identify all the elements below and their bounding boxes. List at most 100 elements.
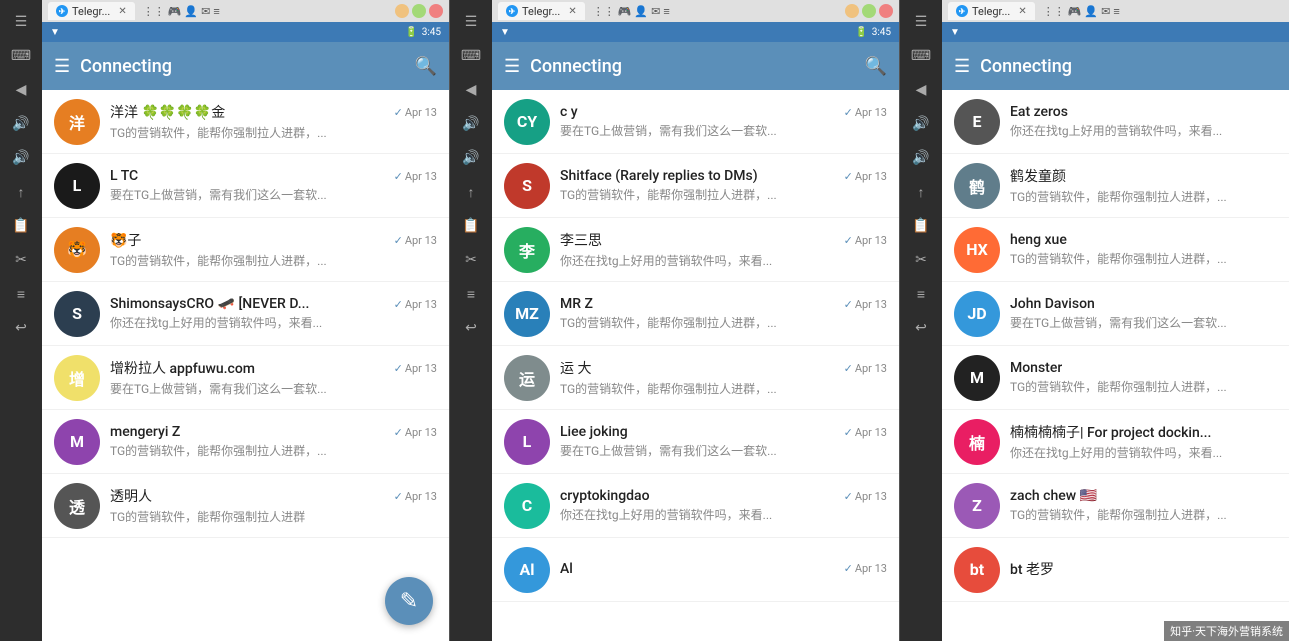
- chat-item[interactable]: 增增粉拉人 appfuwu.com✓ Apr 13要在TG上做营销，需有我们这么…: [42, 346, 449, 410]
- compose-fab[interactable]: ✎: [385, 577, 433, 625]
- chat-item[interactable]: Ccryptokingdao✓ Apr 13你还在找tg上好用的营销软件吗，来看…: [492, 474, 899, 538]
- chat-item[interactable]: EEat zeros✓ Apr 13你还在找tg上好用的营销软件吗，来看...: [942, 90, 1289, 154]
- chat-item[interactable]: HXheng xue✓ Apr 13TG的营销软件，能帮你强制拉人进群，...: [942, 218, 1289, 282]
- chat-item[interactable]: SShitface (Rarely replies to DMs)✓ Apr 1…: [492, 154, 899, 218]
- sidebar-icon-0[interactable]: ☰: [907, 8, 935, 36]
- chat-item[interactable]: JDJohn Davison✓ Apr 13要在TG上做营销，需有我们这么一套软…: [942, 282, 1289, 346]
- chat-preview: 你还在找tg上好用的营销软件吗，来看...: [110, 314, 437, 331]
- chat-item[interactable]: Mmengeryi Z✓ Apr 13TG的营销软件，能帮你强制拉人进群，...: [42, 410, 449, 474]
- sidebar-icon-7[interactable]: ✂: [7, 246, 35, 274]
- close-btn[interactable]: ✕: [429, 4, 443, 18]
- chat-name-row: heng xue✓ Apr 13: [1010, 232, 1289, 248]
- sidebar-icon-5[interactable]: ↑: [907, 178, 935, 206]
- tab-close[interactable]: ✕: [118, 6, 126, 17]
- sidebar-icon-3[interactable]: 🔊: [907, 110, 935, 138]
- chat-item[interactable]: btbt 老罗✓ Apr 13: [942, 538, 1289, 602]
- sidebar-icon-9[interactable]: ↩: [907, 314, 935, 342]
- chat-item[interactable]: AlAl✓ Apr 13: [492, 538, 899, 602]
- sidebar-icon-8[interactable]: ≡: [457, 280, 485, 308]
- minimize-btn[interactable]: ─: [395, 4, 409, 18]
- chat-preview: TG的营销软件，能帮你强制拉人进群，...: [1010, 250, 1289, 267]
- chat-preview: TG的营销软件，能帮你强制拉人进群，...: [560, 186, 887, 203]
- search-icon[interactable]: 🔍: [415, 56, 437, 77]
- chat-item[interactable]: 运运 大✓ Apr 13TG的营销软件，能帮你强制拉人进群，...: [492, 346, 899, 410]
- tb-icon[interactable]: ≡: [1113, 5, 1119, 18]
- tb-icon[interactable]: 🎮: [618, 5, 632, 18]
- chat-preview: TG的营销软件，能帮你强制拉人进群: [110, 508, 437, 525]
- sidebar-icon-4[interactable]: 🔊: [7, 144, 35, 172]
- sidebar-icon-2[interactable]: ◀: [457, 76, 485, 104]
- menu-icon[interactable]: ☰︎: [504, 56, 520, 77]
- tab-close[interactable]: ✕: [568, 6, 576, 17]
- search-icon[interactable]: 🔍: [865, 56, 887, 77]
- tb-icon[interactable]: ⋮⋮: [593, 5, 615, 18]
- tb-icon[interactable]: ⋮⋮: [1043, 5, 1065, 18]
- main-content: ☰⌨◀🔊🔊↑📋✂≡↩ ✈ Telegr... ✕ ⋮⋮ 🎮 👤 ✉ ≡ ─ □ …: [0, 0, 1289, 641]
- sidebar-icon-8[interactable]: ≡: [7, 280, 35, 308]
- tb-icon[interactable]: ✉: [651, 5, 660, 18]
- sidebar-icon-8[interactable]: ≡: [907, 280, 935, 308]
- chat-item[interactable]: 透透明人✓ Apr 13TG的营销软件，能帮你强制拉人进群: [42, 474, 449, 538]
- tb-icon[interactable]: 🎮: [1068, 5, 1082, 18]
- sidebar-icon-1[interactable]: ⌨: [7, 42, 35, 70]
- maximize-btn[interactable]: □: [862, 4, 876, 18]
- browser-tab[interactable]: ✈ Telegr... ✕: [498, 2, 585, 20]
- tb-icon[interactable]: ≡: [663, 5, 669, 18]
- chat-info: MR Z✓ Apr 13TG的营销软件，能帮你强制拉人进群，...: [560, 296, 887, 331]
- sidebar-icon-0[interactable]: ☰: [457, 8, 485, 36]
- tab-close[interactable]: ✕: [1018, 6, 1026, 17]
- chat-item[interactable]: 李李三思✓ Apr 13你还在找tg上好用的营销软件吗，来看...: [492, 218, 899, 282]
- tb-icon[interactable]: ⋮⋮: [143, 5, 165, 18]
- menu-icon[interactable]: ☰︎: [54, 56, 70, 77]
- chat-item[interactable]: 鹤鹤发童颜✓ Apr 13TG的营销软件，能帮你强制拉人进群，...: [942, 154, 1289, 218]
- sidebar-icon-6[interactable]: 📋: [457, 212, 485, 240]
- sidebar-icon-0[interactable]: ☰: [7, 8, 35, 36]
- maximize-btn[interactable]: □: [412, 4, 426, 18]
- tb-icon[interactable]: 👤: [634, 5, 648, 18]
- chat-item[interactable]: LLiee joking✓ Apr 13要在TG上做营销，需有我们这么一套软..…: [492, 410, 899, 474]
- chat-preview: 你还在找tg上好用的营销软件吗，来看...: [1010, 122, 1289, 139]
- sidebar-icon-6[interactable]: 📋: [907, 212, 935, 240]
- sidebar-icon-4[interactable]: 🔊: [907, 144, 935, 172]
- sidebar-icon-7[interactable]: ✂: [907, 246, 935, 274]
- chat-item[interactable]: 洋洋洋 🍀🍀🍀🍀金✓ Apr 13TG的营销软件，能帮你强制拉人进群，...: [42, 90, 449, 154]
- sidebar-icon-2[interactable]: ◀: [907, 76, 935, 104]
- sidebar-icon-5[interactable]: ↑: [457, 178, 485, 206]
- sidebar-icon-7[interactable]: ✂: [457, 246, 485, 274]
- tg-favicon: ✈: [956, 5, 968, 17]
- sidebar-icon-1[interactable]: ⌨: [907, 42, 935, 70]
- chat-item[interactable]: 🐯🐯子✓ Apr 13TG的营销软件，能帮你强制拉人进群，...: [42, 218, 449, 282]
- sidebar-icon-9[interactable]: ↩: [457, 314, 485, 342]
- sidebar-icon-5[interactable]: ↑: [7, 178, 35, 206]
- browser-tab[interactable]: ✈ Telegr... ✕: [948, 2, 1035, 20]
- sidebar-icon-3[interactable]: 🔊: [7, 110, 35, 138]
- chat-item[interactable]: MMonster✓ Apr 13TG的营销软件，能帮你强制拉人进群，...: [942, 346, 1289, 410]
- tb-icon[interactable]: ✉: [201, 5, 210, 18]
- chat-name: 增粉拉人 appfuwu.com: [110, 358, 255, 378]
- chat-item[interactable]: CYc y✓ Apr 13要在TG上做营销，需有我们这么一套软...: [492, 90, 899, 154]
- tb-icon[interactable]: 👤: [184, 5, 198, 18]
- menu-icon[interactable]: ☰︎: [954, 56, 970, 77]
- sidebar-icon-9[interactable]: ↩: [7, 314, 35, 342]
- chat-item[interactable]: Zzach chew 🇺🇸✓ Apr 13TG的营销软件，能帮你强制拉人进群，.…: [942, 474, 1289, 538]
- sidebar-icon-3[interactable]: 🔊: [457, 110, 485, 138]
- sidebar-icon-6[interactable]: 📋: [7, 212, 35, 240]
- tb-icon[interactable]: ≡: [213, 5, 219, 18]
- chat-preview: 要在TG上做营销，需有我们这么一套软...: [110, 380, 437, 397]
- sidebar-icon-1[interactable]: ⌨: [457, 42, 485, 70]
- tb-icon[interactable]: 👤: [1084, 5, 1098, 18]
- chat-item[interactable]: SShimonsaysCRO 🛹 [NEVER D...✓ Apr 13你还在找…: [42, 282, 449, 346]
- minimize-btn[interactable]: ─: [845, 4, 859, 18]
- chat-item[interactable]: MZMR Z✓ Apr 13TG的营销软件，能帮你强制拉人进群，...: [492, 282, 899, 346]
- close-btn[interactable]: ✕: [879, 4, 893, 18]
- avatar: C: [504, 483, 550, 529]
- chat-item[interactable]: 楠楠楠楠楠子| For project dockin...✓ Apr 13你还在…: [942, 410, 1289, 474]
- tb-icon[interactable]: ✉: [1101, 5, 1110, 18]
- tb-icon[interactable]: 🎮: [168, 5, 182, 18]
- avatar: L: [54, 163, 100, 209]
- chat-item[interactable]: LL TC✓ Apr 13要在TG上做营销，需有我们这么一套软...: [42, 154, 449, 218]
- sidebar-icon-4[interactable]: 🔊: [457, 144, 485, 172]
- sidebar-icon-2[interactable]: ◀: [7, 76, 35, 104]
- middle-0-sidebar-strip: ☰ ⌨ ◀ 🔊 🔊 ↑ 📋 ✂ ≡ ↩: [450, 0, 492, 641]
- browser-tab[interactable]: ✈ Telegr... ✕: [48, 2, 135, 20]
